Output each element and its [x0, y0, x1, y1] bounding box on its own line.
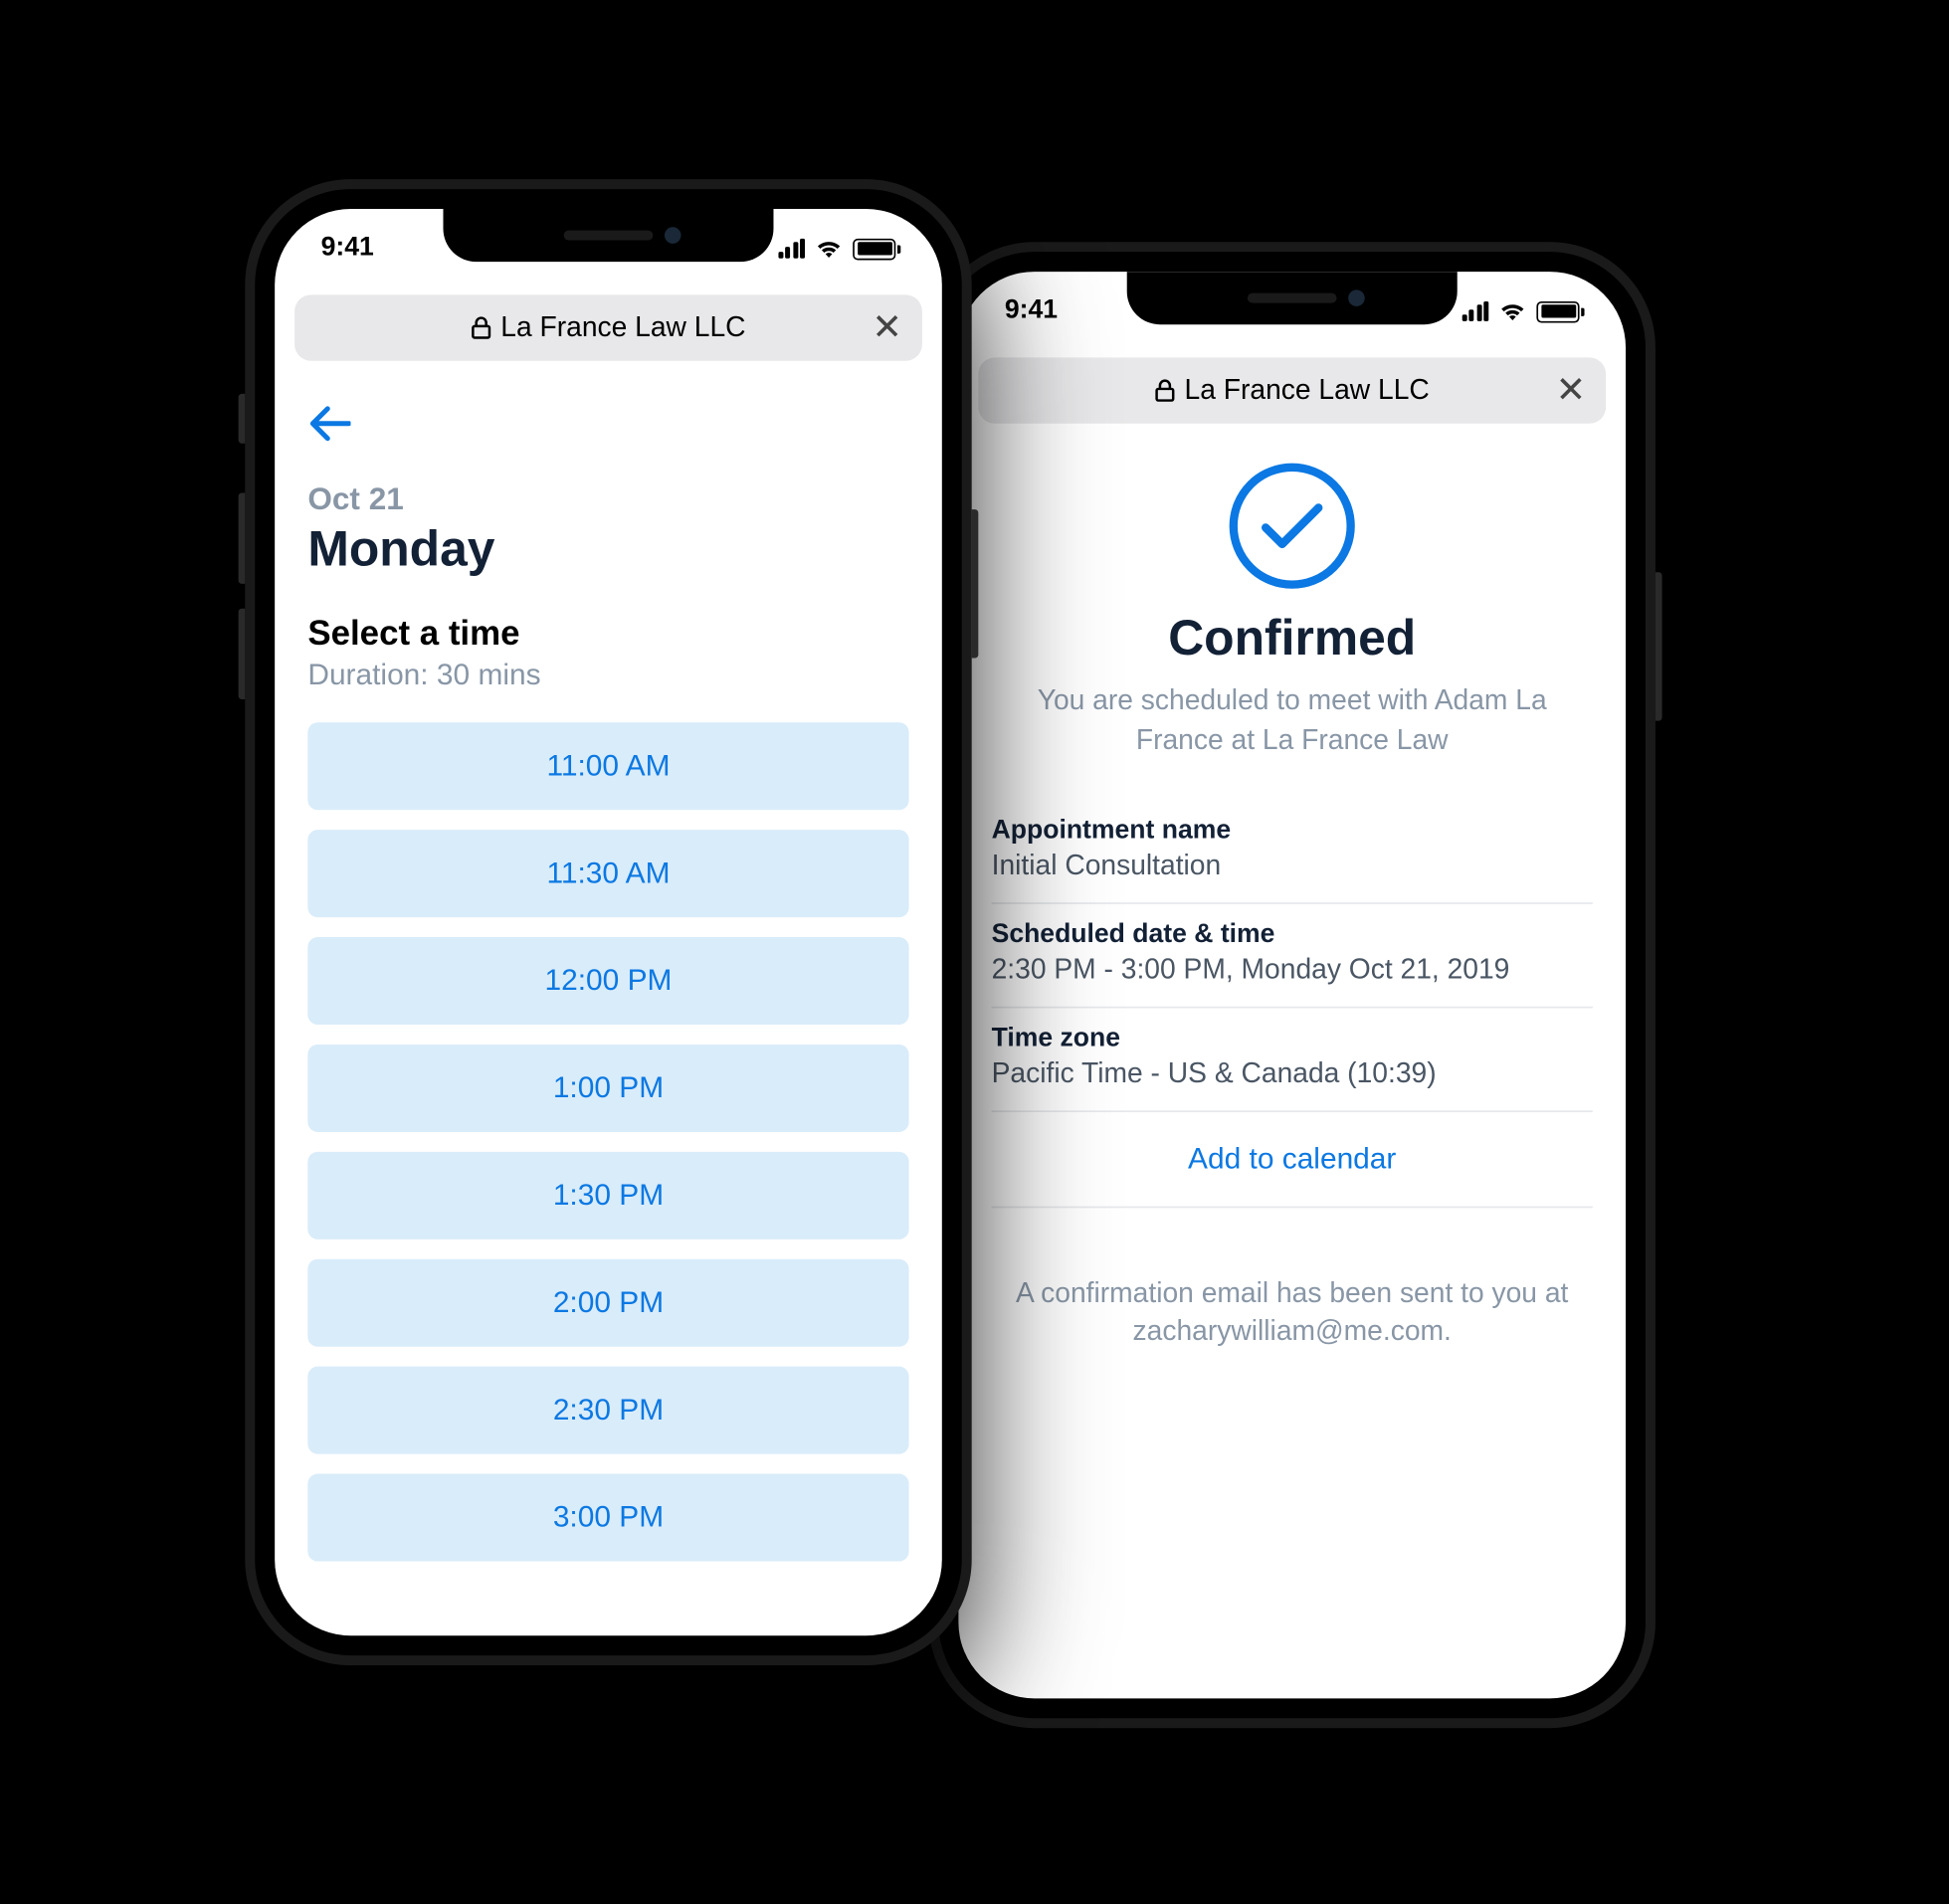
time-slot[interactable]: 2:30 PM	[307, 1367, 908, 1454]
time-slot[interactable]: 11:00 AM	[307, 722, 908, 810]
detail-value: Initial Consultation	[991, 849, 1592, 881]
detail-label: Appointment name	[991, 816, 1592, 846]
signal-icon	[1461, 301, 1487, 321]
time-slot[interactable]: 1:00 PM	[307, 1045, 908, 1132]
email-confirmation-note: A confirmation email has been sent to yo…	[991, 1273, 1592, 1352]
date-label: Oct 21	[307, 483, 908, 520]
check-circle-icon	[1229, 464, 1354, 589]
select-time-heading: Select a time	[307, 615, 908, 655]
duration-label: Duration: 30 mins	[307, 659, 908, 693]
confirmed-title: Confirmed	[991, 612, 1592, 667]
notch	[1126, 272, 1457, 324]
signal-icon	[777, 239, 804, 259]
add-to-calendar-link[interactable]: Add to calendar	[991, 1111, 1592, 1207]
status-time: 9:41	[320, 234, 373, 264]
day-label: Monday	[307, 522, 908, 578]
lock-icon	[1154, 379, 1174, 402]
phone-confirmation: 9:41 La France Law LLC	[928, 242, 1655, 1728]
close-icon[interactable]: ✕	[1555, 369, 1586, 412]
battery-icon	[853, 238, 895, 260]
battery-icon	[1536, 300, 1579, 322]
wifi-icon	[1498, 301, 1526, 321]
wifi-icon	[814, 239, 842, 259]
detail-label: Time zone	[991, 1024, 1592, 1053]
time-slot[interactable]: 2:00 PM	[307, 1259, 908, 1347]
back-arrow-icon[interactable]	[307, 401, 908, 454]
detail-label: Scheduled date & time	[991, 920, 1592, 950]
detail-timezone: Time zone Pacific Time - US & Canada (10…	[991, 1008, 1592, 1112]
detail-date-time: Scheduled date & time 2:30 PM - 3:00 PM,…	[991, 903, 1592, 1008]
notch	[443, 209, 773, 262]
site-name: La France Law LLC	[1184, 374, 1429, 407]
time-slot[interactable]: 11:30 AM	[307, 830, 908, 917]
lock-icon	[471, 316, 490, 339]
site-name: La France Law LLC	[500, 311, 745, 344]
detail-value: 2:30 PM - 3:00 PM, Monday Oct 21, 2019	[991, 953, 1592, 986]
detail-appointment-name: Appointment name Initial Consultation	[991, 800, 1592, 904]
time-slot[interactable]: 12:00 PM	[307, 937, 908, 1025]
address-bar[interactable]: La France Law LLC ✕	[978, 357, 1606, 423]
close-icon[interactable]: ✕	[872, 306, 902, 349]
time-slot[interactable]: 3:00 PM	[307, 1474, 908, 1562]
confirmed-subtitle: You are scheduled to meet with Adam La F…	[991, 681, 1592, 760]
status-time: 9:41	[1004, 296, 1057, 326]
time-slot[interactable]: 1:30 PM	[307, 1152, 908, 1239]
detail-value: Pacific Time - US & Canada (10:39)	[991, 1057, 1592, 1090]
address-bar[interactable]: La France Law LLC ✕	[294, 294, 922, 360]
phone-time-picker: 9:41 La France Law LLC	[245, 179, 971, 1665]
